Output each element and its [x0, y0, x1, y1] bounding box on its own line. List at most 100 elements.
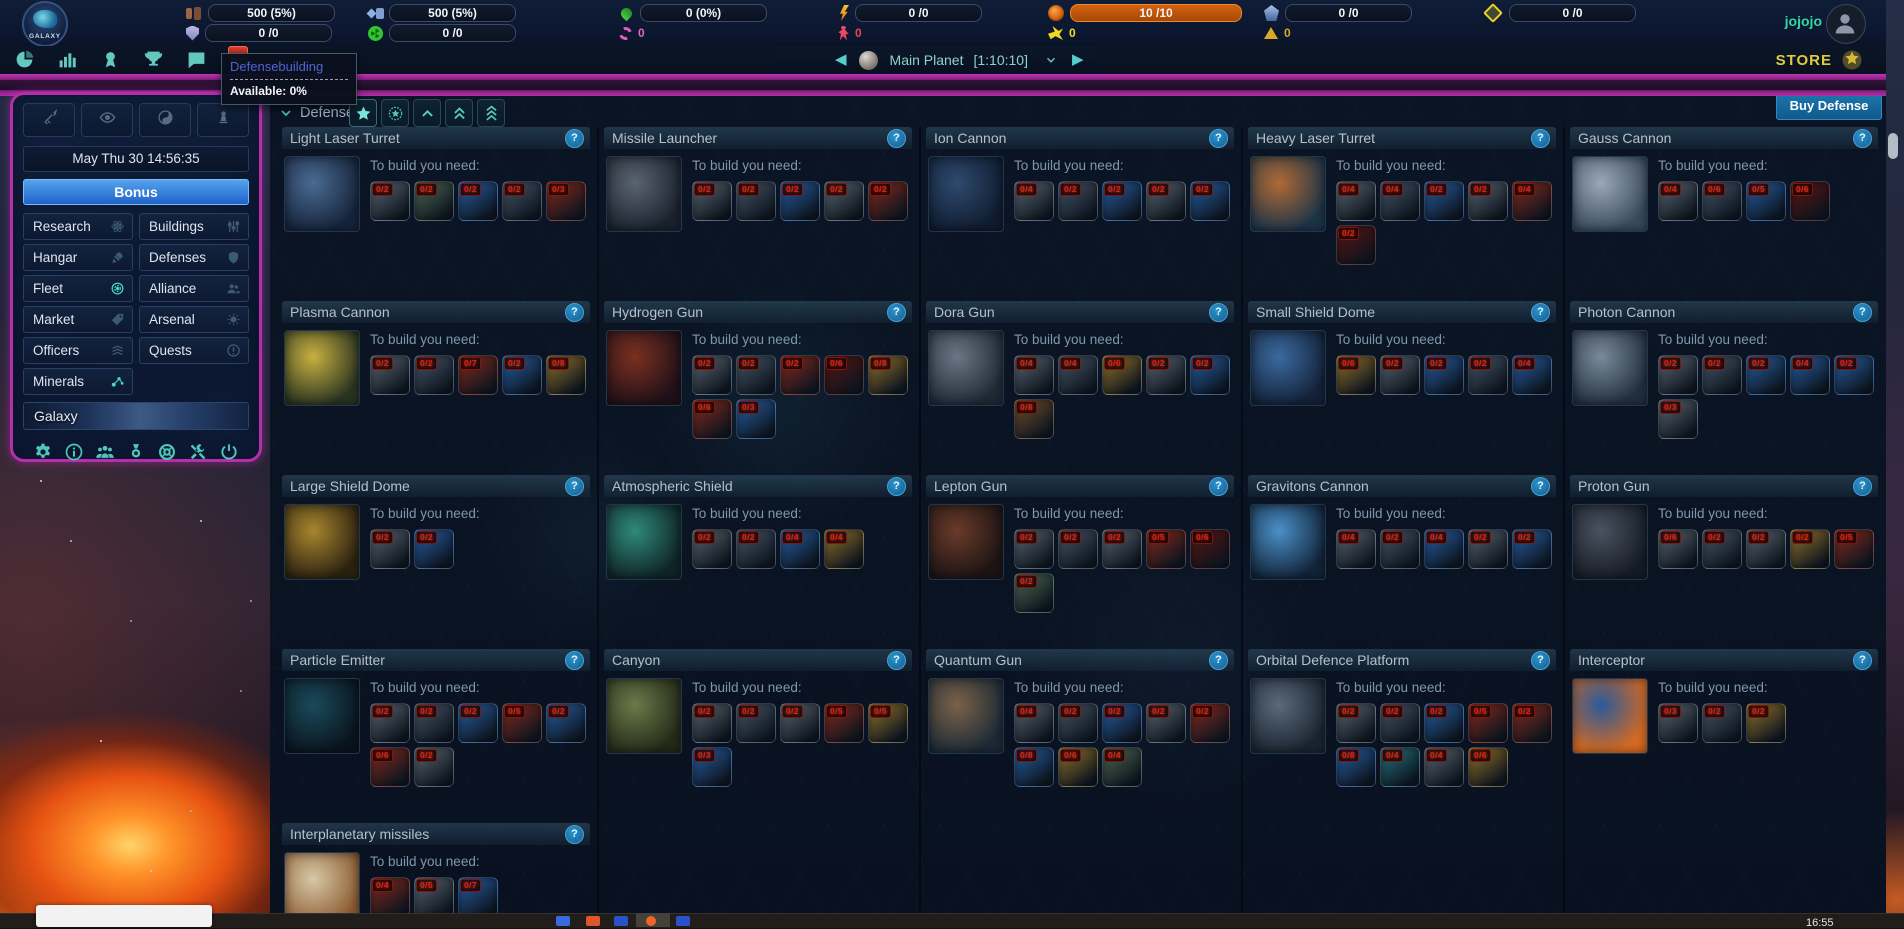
requirement-icon[interactable]: 0/2 [736, 181, 776, 221]
requirement-icon[interactable]: 0/2 [458, 181, 498, 221]
requirement-icon[interactable]: 0/2 [1190, 703, 1230, 743]
help-button[interactable]: ? [1209, 477, 1228, 496]
requirement-icon[interactable]: 0/6 [1102, 355, 1142, 395]
power-icon[interactable] [219, 442, 239, 462]
requirement-icon[interactable]: 0/6 [1058, 747, 1098, 787]
requirement-icon[interactable]: 0/2 [1102, 703, 1142, 743]
defense-thumbnail[interactable] [606, 678, 682, 754]
defense-thumbnail[interactable] [1572, 504, 1648, 580]
requirement-icon[interactable]: 0/2 [1102, 529, 1142, 569]
defense-card[interactable]: Atmospheric Shield?To build you need:0/2… [604, 475, 912, 649]
defense-card[interactable]: Small Shield Dome?To build you need:0/60… [1248, 301, 1556, 475]
requirement-icon[interactable]: 0/2 [1790, 529, 1830, 569]
requirement-icon[interactable]: 0/2 [692, 355, 732, 395]
requirement-icon[interactable]: 0/5 [1468, 703, 1508, 743]
sidebar-item-arsenal[interactable]: Arsenal [139, 306, 249, 333]
requirement-icon[interactable]: 0/4 [1658, 181, 1698, 221]
requirement-icon[interactable]: 0/4 [1790, 355, 1830, 395]
requirement-icon[interactable]: 0/5 [1146, 529, 1186, 569]
requirement-icon[interactable]: 0/2 [736, 529, 776, 569]
requirement-icon[interactable]: 0/2 [1146, 703, 1186, 743]
requirement-icon[interactable]: 0/2 [414, 355, 454, 395]
chat-icon[interactable] [186, 49, 207, 70]
requirement-icon[interactable]: 0/2 [1146, 355, 1186, 395]
defense-card[interactable]: Gauss Cannon?To build you need:0/40/60/5… [1570, 127, 1878, 301]
requirement-icon[interactable]: 0/3 [546, 181, 586, 221]
requirement-icon[interactable]: 0/4 [1512, 181, 1552, 221]
requirement-icon[interactable]: 0/2 [414, 703, 454, 743]
requirement-icon[interactable]: 0/2 [1380, 703, 1420, 743]
requirement-icon[interactable]: 0/4 [1512, 355, 1552, 395]
requirement-icon[interactable]: 0/6 [1658, 529, 1698, 569]
game-logo[interactable]: GALAXY [22, 1, 68, 47]
help-button[interactable]: ? [1531, 129, 1550, 148]
help-button[interactable]: ? [565, 129, 584, 148]
help-button[interactable]: ? [1853, 129, 1872, 148]
defense-thumbnail[interactable] [284, 678, 360, 754]
sidebar-action-eye[interactable] [81, 103, 133, 137]
requirement-icon[interactable]: 0/2 [1658, 355, 1698, 395]
requirement-icon[interactable]: 0/2 [824, 181, 864, 221]
requirement-icon[interactable]: 0/2 [1468, 529, 1508, 569]
help-button[interactable]: ? [1531, 303, 1550, 322]
defense-thumbnail[interactable] [284, 852, 360, 913]
requirement-icon[interactable]: 0/2 [868, 181, 908, 221]
bonus-button[interactable]: Bonus [23, 179, 249, 205]
requirement-icon[interactable]: 0/2 [1746, 529, 1786, 569]
sidebar-item-defenses[interactable]: Defenses [139, 244, 249, 271]
requirement-icon[interactable]: 0/2 [1468, 355, 1508, 395]
requirement-icon[interactable]: 0/4 [1336, 529, 1376, 569]
requirement-icon[interactable]: 0/2 [1380, 355, 1420, 395]
info-icon[interactable] [64, 442, 84, 462]
help-button[interactable]: ? [565, 303, 584, 322]
requirement-icon[interactable]: 0/2 [1014, 573, 1054, 613]
help-button[interactable]: ? [565, 651, 584, 670]
medal2-icon[interactable] [126, 442, 146, 462]
tools-icon[interactable] [188, 442, 208, 462]
requirement-icon[interactable]: 0/2 [692, 181, 732, 221]
requirement-icon[interactable]: 0/4 [370, 877, 410, 913]
sidebar-item-galaxy[interactable]: Galaxy [23, 402, 249, 430]
help-button[interactable]: ? [565, 825, 584, 844]
requirement-icon[interactable]: 0/2 [1102, 181, 1142, 221]
requirement-icon[interactable]: 0/4 [1014, 703, 1054, 743]
requirement-icon[interactable]: 0/2 [1702, 529, 1742, 569]
defense-card[interactable]: Dora Gun?To build you need:0/40/40/60/20… [926, 301, 1234, 475]
trophy-icon[interactable] [143, 49, 164, 70]
pie-icon[interactable] [14, 49, 35, 70]
requirement-icon[interactable]: 0/2 [1424, 703, 1464, 743]
taskbar-app-icon[interactable] [556, 916, 570, 926]
requirement-icon[interactable]: 0/5 [1834, 529, 1874, 569]
next-planet-button[interactable]: ▶ [1072, 46, 1084, 74]
requirement-icon[interactable]: 0/2 [1834, 355, 1874, 395]
sidebar-action-pawn[interactable] [197, 103, 249, 137]
defense-card[interactable]: Hydrogen Gun?To build you need:0/20/20/2… [604, 301, 912, 475]
defense-card[interactable]: Proton Gun?To build you need:0/60/20/20/… [1570, 475, 1878, 649]
requirement-icon[interactable]: 0/5 [1746, 181, 1786, 221]
defense-card[interactable]: Canyon?To build you need:0/20/20/20/50/5… [604, 649, 912, 823]
defense-thumbnail[interactable] [284, 156, 360, 232]
requirement-icon[interactable]: 0/4 [1380, 181, 1420, 221]
requirement-icon[interactable]: 0/2 [414, 747, 454, 787]
people3-icon[interactable] [95, 442, 115, 462]
sidebar-item-research[interactable]: Research [23, 213, 133, 240]
help-button[interactable]: ? [887, 303, 906, 322]
sidebar-item-fleet[interactable]: Fleet [23, 275, 133, 302]
requirement-icon[interactable]: 0/2 [1058, 703, 1098, 743]
sidebar-item-alliance[interactable]: Alliance [139, 275, 249, 302]
defense-card[interactable]: Ion Cannon?To build you need:0/40/20/20/… [926, 127, 1234, 301]
requirement-icon[interactable]: 0/3 [1658, 399, 1698, 439]
requirement-icon[interactable]: 0/2 [736, 703, 776, 743]
defense-thumbnail[interactable] [1250, 678, 1326, 754]
requirement-icon[interactable]: 0/2 [1702, 703, 1742, 743]
defense-card[interactable]: Plasma Cannon?To build you need:0/20/20/… [282, 301, 590, 475]
requirement-icon[interactable]: 0/2 [1746, 703, 1786, 743]
requirement-icon[interactable]: 0/6 [692, 399, 732, 439]
requirement-icon[interactable]: 0/2 [1468, 181, 1508, 221]
requirement-icon[interactable]: 0/2 [1746, 355, 1786, 395]
defense-thumbnail[interactable] [1250, 504, 1326, 580]
requirement-icon[interactable]: 0/8 [1336, 747, 1376, 787]
requirement-icon[interactable]: 0/8 [868, 355, 908, 395]
defense-thumbnail[interactable] [928, 156, 1004, 232]
help-button[interactable]: ? [1531, 651, 1550, 670]
